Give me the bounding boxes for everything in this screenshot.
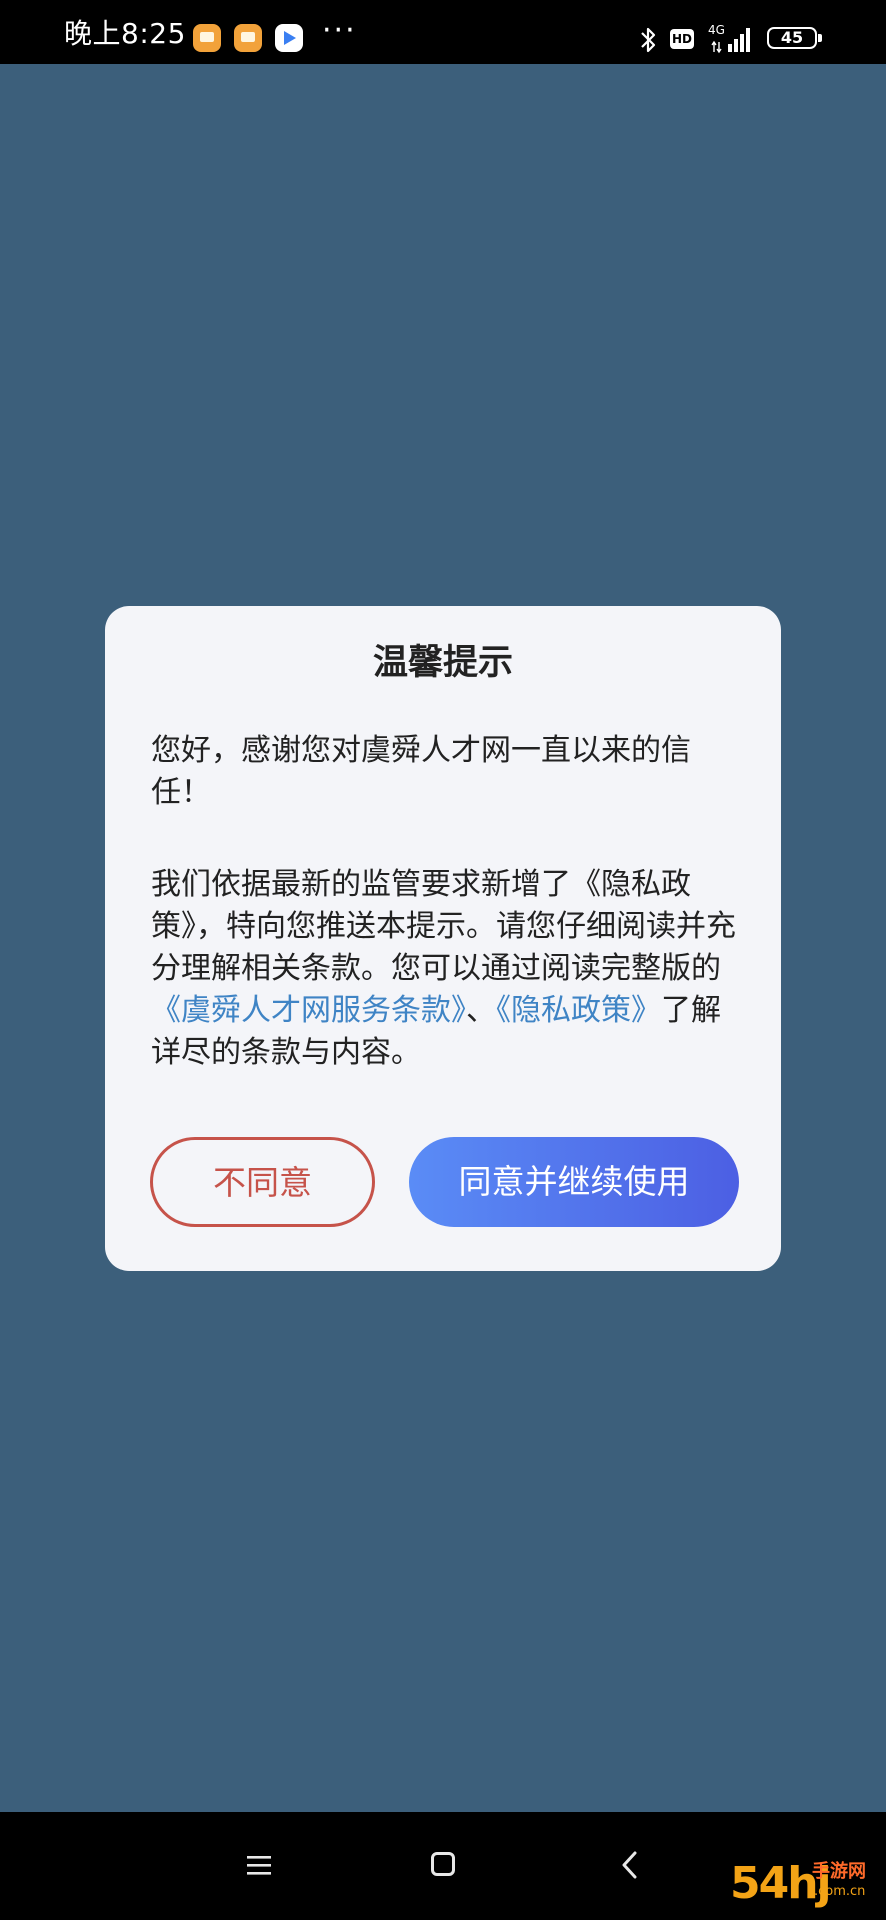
more-notifications-icon: ··· — [322, 13, 357, 48]
watermark-domain: .com.cn — [814, 1884, 866, 1899]
play-store-icon — [275, 24, 303, 52]
dialog-title: 温馨提示 — [372, 643, 513, 683]
notice-text-intro: 我们依据最新的监管要求新增了《隐私政策》，特向您推送本提示。请您仔细阅读并充分理… — [151, 867, 736, 986]
agree-continue-button[interactable]: 同意并继续使用 — [409, 1137, 739, 1227]
privacy-policy-link[interactable]: 《隐私政策》 — [496, 993, 661, 1028]
status-time: 晚上8:25 — [64, 17, 186, 50]
privacy-dialog: 温馨提示 您好，感谢您对虞舜人才网一直以来的信任！ 我们依据最新的监管要求新增了… — [105, 606, 781, 1271]
notice-text: 我们依据最新的监管要求新增了《隐私政策》，特向您推送本提示。请您仔细阅读并充分理… — [151, 864, 741, 1074]
battery-icon: 45 — [767, 27, 822, 49]
back-icon[interactable] — [620, 1850, 640, 1880]
service-terms-link[interactable]: 《虞舜人才网服务条款》 — [151, 993, 466, 1028]
hd-icon: HD — [670, 29, 694, 49]
navigation-bar: 54hj 手游网 .com.cn — [0, 1812, 886, 1920]
watermark-text: 手游网 — [812, 1861, 866, 1882]
separator: 、 — [466, 993, 496, 1028]
disagree-button[interactable]: 不同意 — [150, 1137, 375, 1227]
status-bar: 晚上8:25 ··· HD 4G 45 — [0, 0, 886, 64]
network-type: 4G — [708, 23, 725, 37]
home-icon[interactable] — [431, 1852, 455, 1876]
site-watermark: 54hj 手游网 .com.cn — [730, 1854, 880, 1914]
app-notification-icon — [193, 24, 221, 52]
app-notification-icon — [234, 24, 262, 52]
menu-icon[interactable] — [246, 1852, 272, 1878]
greeting-text: 您好，感谢您对虞舜人才网一直以来的信任！ — [151, 733, 691, 810]
bluetooth-icon — [641, 27, 656, 53]
battery-level: 45 — [780, 28, 804, 47]
